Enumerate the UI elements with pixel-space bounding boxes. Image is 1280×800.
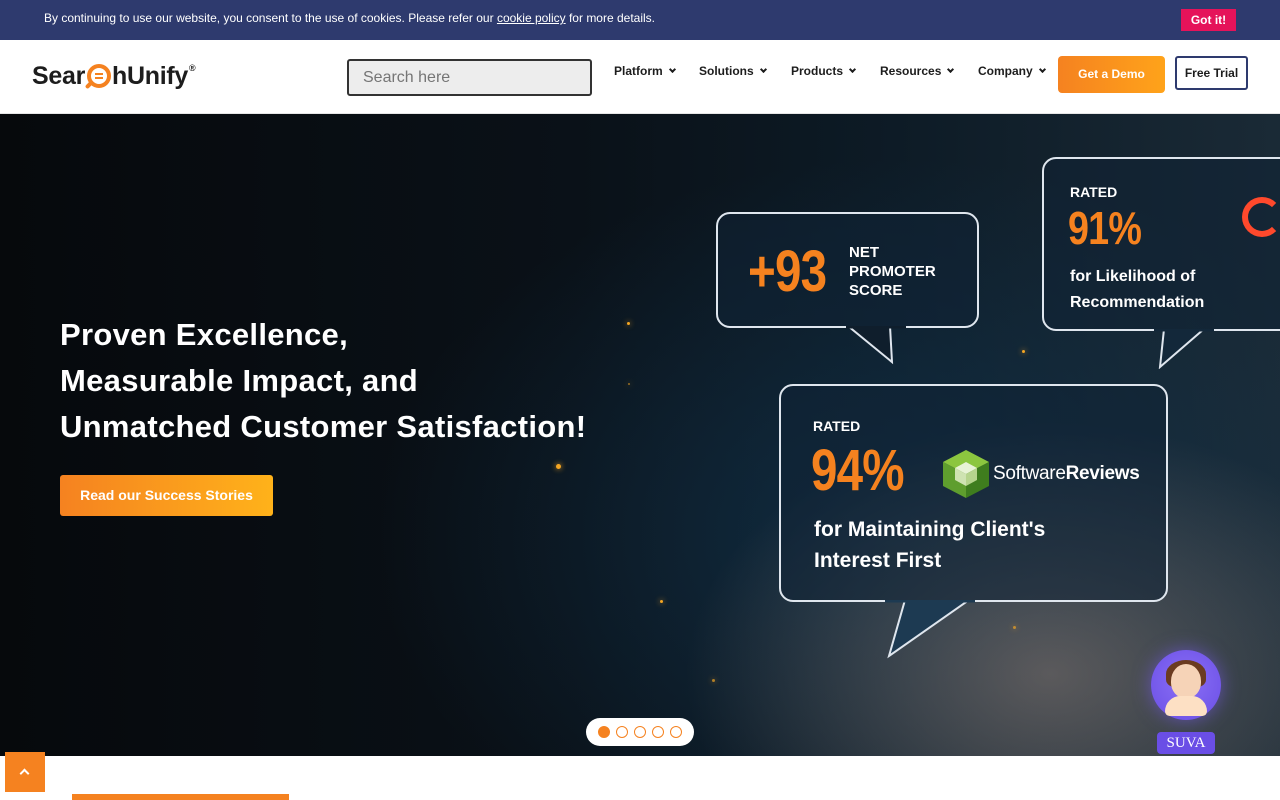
nav-company-label: Company <box>978 64 1033 78</box>
sr-text-line2: Interest First <box>814 549 942 572</box>
searchunify-logo[interactable]: Sear hUnify ® <box>32 58 196 94</box>
bubble-tail <box>1154 329 1214 369</box>
cookie-policy-link[interactable]: cookie policy <box>497 11 566 25</box>
nav-platform[interactable]: Platform <box>614 62 676 80</box>
carousel-dot-5[interactable] <box>670 726 682 738</box>
g2-logo-icon <box>1242 197 1280 237</box>
arrow-up-icon <box>19 768 30 779</box>
sr-text-line1: for Maintaining Client's <box>814 518 1046 541</box>
g2-rating-value: 91% <box>1068 202 1142 254</box>
sr-rating-text: for Maintaining Client's Interest First <box>814 514 1045 576</box>
chevron-down-icon <box>759 65 767 74</box>
chevron-down-icon <box>848 65 857 74</box>
particle <box>556 464 561 469</box>
back-to-top-button[interactable] <box>5 752 45 792</box>
g2-rating-text: for Likelihood of Recommendation <box>1070 264 1204 316</box>
hero-heading-line3: Unmatched Customer Satisfaction! <box>60 409 587 444</box>
software-reviews-name: SoftwareReviews <box>993 463 1140 485</box>
nps-label: NET PROMOTER SCORE <box>849 243 959 300</box>
cookie-accept-button[interactable]: Got it! <box>1181 9 1236 31</box>
nps-label-line2: PROMOTER <box>849 263 936 280</box>
particle <box>1013 626 1016 629</box>
hero-heading-line2: Measurable Impact, and <box>60 363 419 398</box>
nps-bubble: +93 NET PROMOTER SCORE <box>716 212 979 365</box>
sr-brand-part1: Software <box>993 463 1066 484</box>
suva-avatar-body <box>1165 696 1207 716</box>
carousel-dot-1[interactable] <box>598 726 610 738</box>
section-tab-indicator <box>72 794 289 800</box>
g2-text-line2: Recommendation <box>1070 294 1205 311</box>
site-search-input[interactable] <box>347 59 592 96</box>
nav-solutions[interactable]: Solutions <box>699 62 767 80</box>
success-stories-button[interactable]: Read our Success Stories <box>60 475 273 516</box>
logo-text-end: hUnify <box>112 61 188 90</box>
sr-brand-part2: Reviews <box>1065 463 1140 484</box>
suva-chat-button[interactable] <box>1151 650 1221 720</box>
bubble-tail <box>846 326 906 365</box>
nav-platform-label: Platform <box>614 64 663 78</box>
cookie-message: By continuing to use our website, you co… <box>44 11 655 25</box>
free-trial-button[interactable]: Free Trial <box>1175 56 1248 90</box>
cookie-text-after: for more details. <box>565 11 656 25</box>
carousel-pagination <box>586 718 694 746</box>
nav-resources-label: Resources <box>880 64 942 78</box>
suva-avatar-face <box>1171 664 1201 698</box>
logo-search-icon <box>87 64 112 88</box>
cookie-consent-bar: By continuing to use our website, you co… <box>0 0 1280 40</box>
nav-company[interactable]: Company <box>978 62 1046 80</box>
sr-rated-label: RATED <box>813 418 861 434</box>
carousel-dot-3[interactable] <box>634 726 646 738</box>
software-reviews-cube-icon <box>943 450 989 498</box>
nps-label-line3: SCORE <box>849 282 903 299</box>
hero-banner: Proven Excellence, Measurable Impact, an… <box>0 114 1280 756</box>
g2-rating-bubble: RATED 91% for Likelihood of Recommendati… <box>1042 157 1280 369</box>
carousel-dot-4[interactable] <box>652 726 664 738</box>
g2-rated-label: RATED <box>1070 184 1118 200</box>
chevron-down-icon <box>947 65 955 74</box>
nav-resources[interactable]: Resources <box>880 62 955 80</box>
nav-solutions-label: Solutions <box>699 64 754 78</box>
site-header: Sear hUnify ® Platform Solutions Product… <box>0 40 1280 114</box>
nps-label-line1: NET <box>849 244 879 261</box>
carousel-dot-2[interactable] <box>616 726 628 738</box>
hero-heading-line1: Proven Excellence, <box>60 317 349 352</box>
sr-rating-value: 94% <box>811 438 905 503</box>
nps-value: +93 <box>748 239 827 304</box>
g2-text-line1: for Likelihood of <box>1070 268 1196 285</box>
get-demo-button[interactable]: Get a Demo <box>1058 56 1165 93</box>
nav-products-label: Products <box>791 64 844 78</box>
hero-heading: Proven Excellence, Measurable Impact, an… <box>60 312 660 450</box>
logo-trademark: ® <box>189 63 196 73</box>
particle <box>660 600 663 603</box>
bubble-tail <box>885 600 975 659</box>
particle <box>1022 350 1025 353</box>
chevron-down-icon <box>668 65 676 74</box>
particle <box>712 679 715 682</box>
software-reviews-logo: SoftwareReviews <box>941 448 1140 500</box>
nav-products[interactable]: Products <box>791 62 857 80</box>
logo-text-start: Sear <box>32 61 86 90</box>
software-reviews-bubble: RATED 94% SoftwareReviews for Maintainin… <box>779 384 1168 659</box>
cookie-text-before: By continuing to use our website, you co… <box>44 11 497 25</box>
suva-label[interactable]: SUVA <box>1157 732 1215 754</box>
chevron-down-icon <box>1038 65 1046 74</box>
